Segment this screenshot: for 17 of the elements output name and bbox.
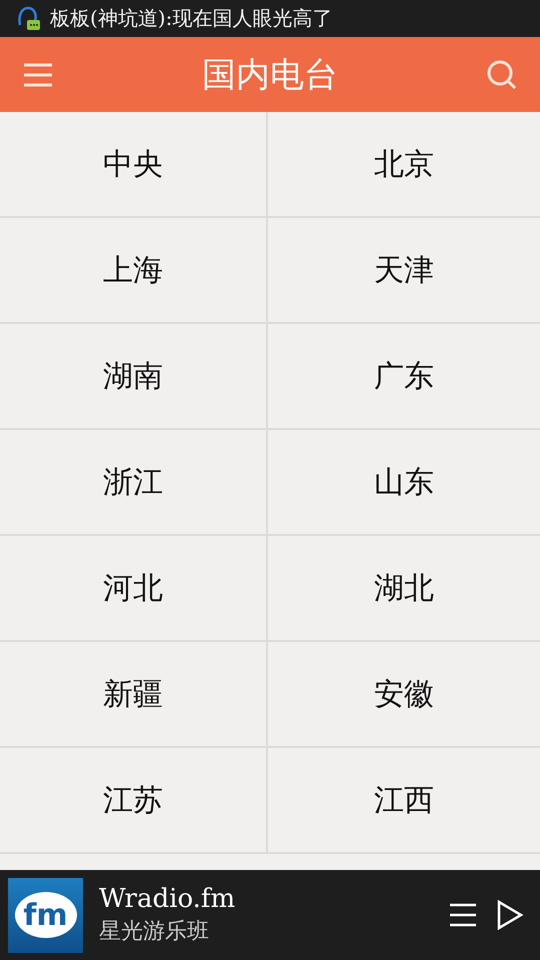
notification-text: 板板(神坑道):现在国人眼光高了	[50, 5, 332, 32]
station-item[interactable]: 河北	[0, 536, 268, 642]
station-item[interactable]: 湖南	[0, 324, 268, 430]
station-item[interactable]: 浙江	[0, 430, 268, 536]
app-logo: fm	[8, 878, 83, 952]
menu-icon[interactable]	[22, 62, 54, 88]
station-item[interactable]: 新疆	[0, 642, 268, 748]
station-title: Wradio.fm	[99, 884, 236, 914]
program-name: 星光游乐班	[99, 918, 210, 946]
playlist-icon[interactable]	[448, 902, 478, 928]
play-icon[interactable]	[496, 899, 524, 931]
chat-icon	[16, 4, 42, 32]
station-item[interactable]: 上海	[0, 218, 268, 324]
page-title: 国内电台	[202, 54, 338, 96]
search-icon[interactable]	[486, 58, 518, 90]
station-item[interactable]: 中央	[0, 112, 268, 218]
station-item[interactable]: 江苏	[0, 748, 268, 854]
